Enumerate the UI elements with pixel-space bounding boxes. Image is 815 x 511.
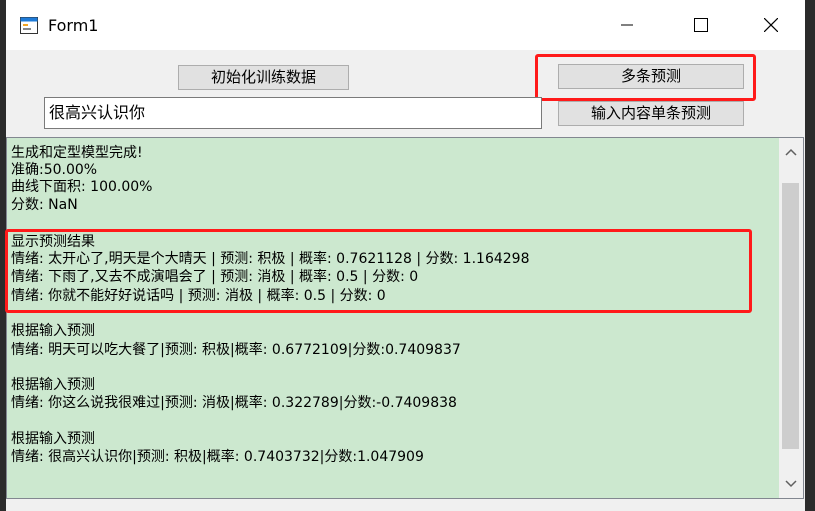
highlight-multi-predict xyxy=(535,54,756,101)
title-bar[interactable]: Form1 xyxy=(6,0,805,50)
output-line: 根据输入预测 xyxy=(11,323,95,339)
output-line: 曲线下面积: 100.00% xyxy=(11,179,153,195)
output-line: 生成和定型模型完成! xyxy=(11,145,143,161)
scroll-thumb[interactable] xyxy=(782,183,799,449)
app-form-icon xyxy=(20,17,38,34)
close-button[interactable] xyxy=(748,0,794,50)
output-line: 情绪: 很高兴认识你|预测: 积极|概率: 0.7403732|分数:1.047… xyxy=(11,449,424,465)
output-textbox[interactable]: 生成和定型模型完成! 准确:50.00% 曲线下面积: 100.00% 分数: … xyxy=(6,137,804,499)
close-icon xyxy=(764,18,778,32)
window-title: Form1 xyxy=(48,16,99,35)
background-right xyxy=(805,0,815,511)
form-window: Form1 初始化训练数据 多条预测 很高兴认识你 输入内容单条预测 生成和定型… xyxy=(5,0,805,511)
maximize-button[interactable] xyxy=(678,0,724,50)
output-line: 根据输入预测 xyxy=(11,377,95,393)
minimize-button[interactable] xyxy=(604,0,650,50)
highlight-prediction-results xyxy=(5,229,752,313)
output-line: 根据输入预测 xyxy=(11,431,95,447)
output-line: 分数: NaN xyxy=(11,197,78,213)
output-line: 情绪: 明天可以吃大餐了|预测: 积极|概率: 0.6772109|分数:0.7… xyxy=(11,342,461,358)
output-line: 情绪: 你这么说我很难过|预测: 消极|概率: 0.322789|分数:-0.7… xyxy=(11,395,457,411)
output-line: 准确:50.00% xyxy=(11,162,98,178)
maximize-icon xyxy=(694,18,708,32)
minimize-icon xyxy=(621,24,633,26)
scroll-down-icon[interactable] xyxy=(785,480,797,488)
init-training-data-button[interactable]: 初始化训练数据 xyxy=(178,65,349,90)
scroll-up-icon[interactable] xyxy=(785,148,797,156)
single-predict-button[interactable]: 输入内容单条预测 xyxy=(558,101,744,126)
input-text-field[interactable]: 很高兴认识你 xyxy=(44,97,542,129)
vertical-scrollbar[interactable] xyxy=(779,138,803,498)
